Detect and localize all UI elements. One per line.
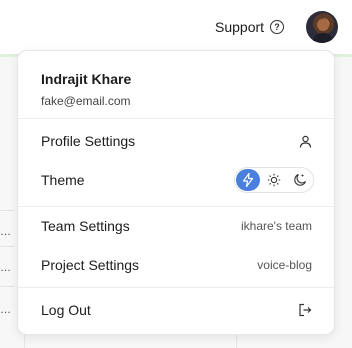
background-divider <box>0 246 14 247</box>
top-navbar <box>0 0 352 54</box>
project-name: voice-blog <box>257 258 312 272</box>
menu-divider <box>18 287 334 288</box>
team-settings-label: Team Settings <box>41 218 130 234</box>
lightning-icon <box>242 173 254 187</box>
user-email: fake@email.com <box>41 94 131 108</box>
logout-icon <box>298 303 312 317</box>
theme-toggle[interactable] <box>234 167 314 193</box>
team-settings-item[interactable]: Team Settings ikhare's team <box>18 210 334 242</box>
sun-icon <box>267 173 281 187</box>
team-name: ikhare's team <box>241 219 312 233</box>
logout-item[interactable]: Log Out <box>18 294 334 326</box>
background-truncated-text: … <box>0 226 11 238</box>
account-dropdown-menu: Indrajit Khare fake@email.com Profile Se… <box>17 50 335 335</box>
theme-dark-option[interactable] <box>288 169 312 191</box>
background-truncated-text: … <box>0 304 11 316</box>
support-label: Support <box>215 19 265 35</box>
project-settings-label: Project Settings <box>41 257 140 273</box>
background-divider <box>0 286 14 287</box>
question-circle-icon: ? <box>270 20 285 34</box>
theme-item: Theme <box>18 164 334 196</box>
menu-divider <box>18 118 334 119</box>
theme-label: Theme <box>41 172 85 188</box>
profile-settings-label: Profile Settings <box>41 133 136 149</box>
logout-label: Log Out <box>41 302 91 318</box>
project-settings-item[interactable]: Project Settings voice-blog <box>18 249 334 281</box>
theme-light-option[interactable] <box>262 169 286 191</box>
background-divider <box>0 210 14 211</box>
user-avatar[interactable] <box>306 11 338 43</box>
avatar-photo <box>312 18 334 43</box>
user-icon <box>298 134 312 148</box>
menu-divider <box>18 206 334 207</box>
background-truncated-text: … <box>0 262 11 274</box>
profile-settings-item[interactable]: Profile Settings <box>18 125 334 157</box>
theme-system-option[interactable] <box>236 169 260 191</box>
user-name: Indrajit Khare <box>41 71 132 87</box>
moon-icon <box>294 173 307 186</box>
support-link[interactable]: Support ? <box>215 17 285 37</box>
